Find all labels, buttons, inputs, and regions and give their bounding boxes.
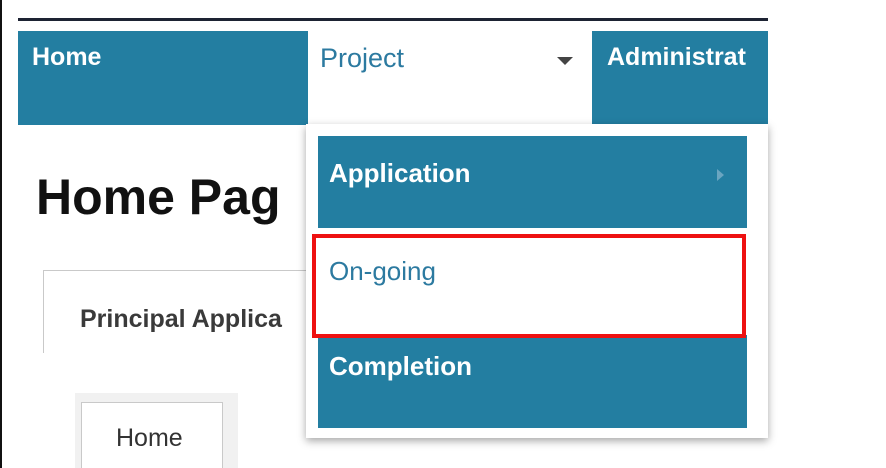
nav-project-label: Project	[320, 43, 405, 73]
menu-item-application-label: Application	[329, 158, 471, 188]
window-left-border	[0, 0, 2, 468]
subtab-home[interactable]: Home	[81, 402, 223, 468]
tab-principal-applicant[interactable]: Principal Applica	[43, 270, 325, 353]
nav-project[interactable]: Project	[308, 31, 592, 125]
tab-principal-label: Principal Applica	[80, 305, 282, 333]
menu-item-completion[interactable]: Completion	[318, 335, 747, 428]
chevron-down-icon	[557, 57, 573, 65]
nav-administration[interactable]: Administrat	[607, 43, 746, 72]
menu-item-completion-label: Completion	[329, 351, 472, 381]
subtab-home-label: Home	[116, 424, 183, 452]
nav-home[interactable]: Home	[32, 43, 101, 72]
menu-item-application[interactable]: Application	[318, 136, 747, 228]
chevron-right-icon	[717, 169, 724, 181]
page-title: Home Pag	[36, 169, 281, 225]
highlight-box	[312, 234, 746, 338]
main-navbar: Home Project Administrat	[18, 31, 768, 125]
